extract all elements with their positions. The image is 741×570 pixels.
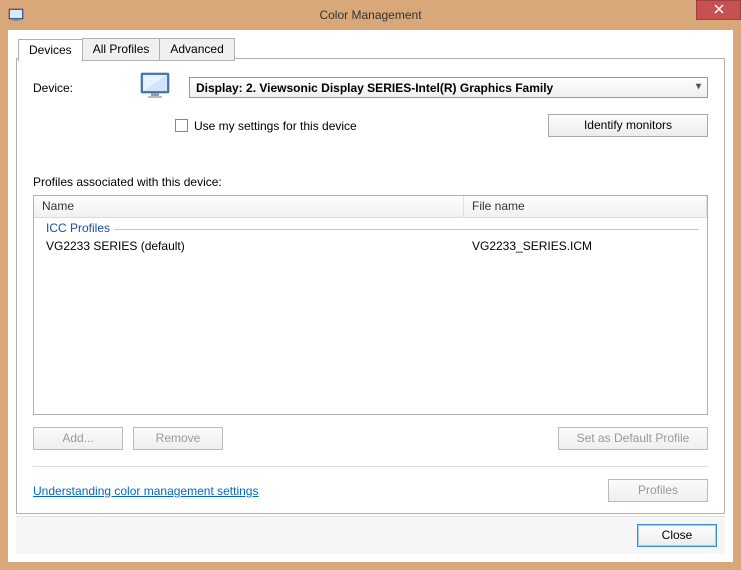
chevron-down-icon: ▾ (696, 81, 701, 92)
device-selected-text: Display: 2. Viewsonic Display SERIES-Int… (196, 81, 553, 95)
device-dropdown[interactable]: Display: 2. Viewsonic Display SERIES-Int… (189, 77, 708, 98)
profiles-listview[interactable]: Name File name ICC Profiles VG2233 SERIE… (33, 195, 708, 415)
tab-panel-devices: Device: Display: 2. Viewsonic Display SE… (16, 58, 725, 514)
titlebar[interactable]: Color Management (0, 0, 741, 30)
listview-group-header: ICC Profiles (34, 218, 707, 237)
app-icon (8, 7, 24, 23)
help-link[interactable]: Understanding color management settings (33, 484, 258, 498)
color-management-window: Color Management Devices All Profiles Ad… (0, 0, 741, 570)
tab-all-profiles[interactable]: All Profiles (82, 38, 161, 61)
use-my-settings-label: Use my settings for this device (194, 119, 357, 133)
remove-button[interactable]: Remove (133, 427, 223, 450)
list-item[interactable]: VG2233 SERIES (default) VG2233_SERIES.IC… (34, 237, 707, 255)
profile-file-cell: VG2233_SERIES.ICM (464, 239, 707, 253)
close-icon (714, 4, 724, 17)
tab-advanced[interactable]: Advanced (159, 38, 234, 61)
dialog-footer: Close (16, 516, 725, 554)
window-title: Color Management (0, 8, 741, 22)
column-header-filename[interactable]: File name (464, 196, 707, 217)
profile-name-cell: VG2233 SERIES (default) (34, 239, 464, 253)
add-button[interactable]: Add... (33, 427, 123, 450)
identify-monitors-button[interactable]: Identify monitors (548, 114, 708, 137)
profiles-section-label: Profiles associated with this device: (33, 175, 708, 189)
listview-header: Name File name (34, 196, 707, 218)
divider (33, 466, 708, 467)
tab-devices[interactable]: Devices (18, 39, 83, 62)
use-my-settings-checkbox[interactable] (175, 119, 188, 132)
window-close-button[interactable] (696, 0, 741, 20)
device-label: Device: (33, 81, 123, 95)
group-divider (114, 229, 699, 230)
close-button[interactable]: Close (637, 524, 717, 547)
column-header-name[interactable]: Name (34, 196, 464, 217)
monitor-icon (139, 71, 173, 104)
set-default-profile-button[interactable]: Set as Default Profile (558, 427, 708, 450)
profiles-button[interactable]: Profiles (608, 479, 708, 502)
dialog-body: Devices All Profiles Advanced Device: (8, 30, 733, 562)
tab-bar: Devices All Profiles Advanced (18, 38, 234, 61)
